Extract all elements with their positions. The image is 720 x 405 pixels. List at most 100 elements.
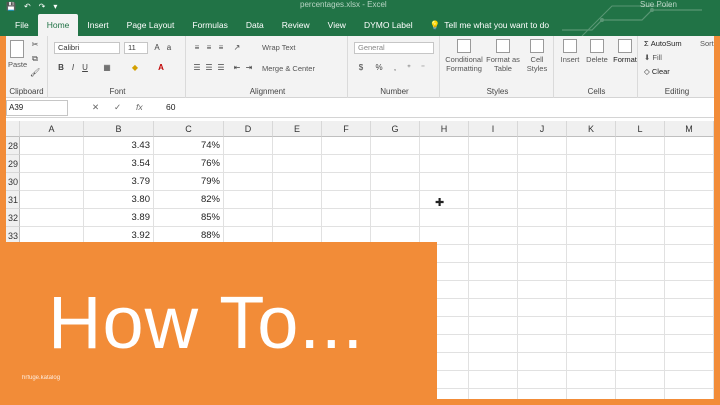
grid-cell[interactable]: 79%	[154, 173, 224, 191]
increase-decimal-icon[interactable]: ⁺	[404, 63, 414, 73]
formula-input[interactable]: 60	[166, 102, 175, 112]
grid-cell[interactable]	[20, 155, 84, 173]
grid-cell[interactable]	[322, 155, 371, 173]
format-as-table-button[interactable]: Format as Table	[486, 39, 520, 73]
grid-cell[interactable]	[518, 371, 567, 389]
grid-cell[interactable]	[20, 173, 84, 191]
column-header[interactable]: L	[616, 121, 665, 137]
column-header[interactable]: J	[518, 121, 567, 137]
grid-cell[interactable]	[322, 191, 371, 209]
grid-cell[interactable]	[567, 281, 616, 299]
grid-cell[interactable]	[616, 299, 665, 317]
merge-center-button[interactable]: Merge & Center	[262, 64, 315, 73]
column-header[interactable]: A	[20, 121, 84, 137]
customize-qat-icon[interactable]: ▾	[53, 2, 57, 11]
font-color-icon[interactable]: A	[156, 63, 166, 73]
grid-cell[interactable]	[224, 173, 273, 191]
undo-icon[interactable]: ↶	[24, 2, 31, 11]
grid-cell[interactable]	[224, 137, 273, 155]
clear-button[interactable]: ◇ Clear	[644, 67, 670, 76]
tab-insert[interactable]: Insert	[78, 14, 117, 36]
tab-page-layout[interactable]: Page Layout	[118, 14, 184, 36]
grid-cell[interactable]	[518, 209, 567, 227]
insert-cells-button[interactable]: Insert	[558, 39, 582, 64]
grid-cell[interactable]	[518, 353, 567, 371]
paste-button[interactable]: Paste	[8, 40, 27, 69]
grid-cell[interactable]	[469, 173, 518, 191]
grid-cell[interactable]	[273, 155, 322, 173]
column-header[interactable]: C	[154, 121, 224, 137]
delete-cells-button[interactable]: Delete	[584, 39, 610, 64]
grid-cell[interactable]	[469, 389, 518, 399]
grid-cell[interactable]	[665, 317, 714, 335]
grid-cell[interactable]	[469, 281, 518, 299]
percent-button[interactable]: %	[374, 63, 384, 73]
insert-function-icon[interactable]: fx	[136, 102, 143, 112]
tab-formulas[interactable]: Formulas	[183, 14, 236, 36]
grid-cell[interactable]	[469, 371, 518, 389]
row-header[interactable]: 31	[6, 191, 20, 209]
column-header[interactable]: I	[469, 121, 518, 137]
grid-cell[interactable]	[616, 353, 665, 371]
grid-cell[interactable]	[371, 173, 420, 191]
tell-me-box[interactable]: 💡 Tell me what you want to do	[422, 14, 557, 36]
wrap-text-button[interactable]: Wrap Text	[262, 43, 296, 52]
grid-cell[interactable]	[665, 299, 714, 317]
grid-cell[interactable]	[469, 227, 518, 245]
grid-cell[interactable]	[469, 335, 518, 353]
grid-cell[interactable]	[20, 191, 84, 209]
grid-cell[interactable]	[665, 353, 714, 371]
borders-icon[interactable]: ▦	[102, 63, 112, 73]
grid-cell[interactable]	[665, 155, 714, 173]
grid-cell[interactable]	[20, 137, 84, 155]
align-top-icon[interactable]: ≡	[192, 43, 202, 53]
grid-cell[interactable]	[616, 317, 665, 335]
grid-cell[interactable]	[616, 371, 665, 389]
grid-cell[interactable]: 85%	[154, 209, 224, 227]
grid-cell[interactable]	[616, 137, 665, 155]
comma-button[interactable]: ,	[390, 63, 400, 73]
align-right-icon[interactable]: ☰	[216, 63, 226, 73]
column-header[interactable]: E	[273, 121, 322, 137]
grid-cell[interactable]	[224, 191, 273, 209]
grid-cell[interactable]	[665, 137, 714, 155]
grid-cell[interactable]	[567, 389, 616, 399]
column-header[interactable]: H	[420, 121, 469, 137]
tab-review[interactable]: Review	[273, 14, 319, 36]
column-header[interactable]: B	[84, 121, 154, 137]
decrease-font-icon[interactable]: a	[164, 43, 174, 53]
sort-filter-button[interactable]: Sort & Filter	[700, 39, 716, 48]
grid-cell[interactable]	[616, 281, 665, 299]
grid-cell[interactable]	[518, 389, 567, 399]
grid-cell[interactable]	[665, 263, 714, 281]
grid-cell[interactable]	[616, 263, 665, 281]
font-size-select[interactable]: 11	[124, 42, 148, 54]
grid-cell[interactable]	[665, 281, 714, 299]
grid-cell[interactable]	[518, 137, 567, 155]
decrease-decimal-icon[interactable]: ⁻	[418, 63, 428, 73]
name-box[interactable]: A39	[6, 100, 68, 116]
grid-cell[interactable]	[567, 155, 616, 173]
row-header[interactable]: 29	[6, 155, 20, 173]
tab-data[interactable]: Data	[237, 14, 273, 36]
row-header[interactable]: 28	[6, 137, 20, 155]
grid-cell[interactable]	[665, 335, 714, 353]
grid-cell[interactable]	[469, 155, 518, 173]
fill-button[interactable]: ⬇ Fill	[644, 53, 662, 62]
align-bottom-icon[interactable]: ≡	[216, 43, 226, 53]
grid-cell[interactable]	[616, 173, 665, 191]
row-header[interactable]: 32	[6, 209, 20, 227]
grid-cell[interactable]	[469, 191, 518, 209]
italic-button[interactable]: I	[68, 63, 78, 73]
column-header[interactable]: K	[567, 121, 616, 137]
grid-cell[interactable]	[469, 263, 518, 281]
grid-cell[interactable]	[567, 317, 616, 335]
grid-cell[interactable]	[469, 137, 518, 155]
grid-cell[interactable]	[616, 245, 665, 263]
grid-cell[interactable]	[420, 191, 469, 209]
grid-cell[interactable]	[518, 245, 567, 263]
save-icon[interactable]: 💾	[6, 2, 16, 11]
grid-cell[interactable]	[469, 353, 518, 371]
select-all-corner[interactable]	[6, 121, 20, 137]
tab-home[interactable]: Home	[37, 14, 79, 36]
